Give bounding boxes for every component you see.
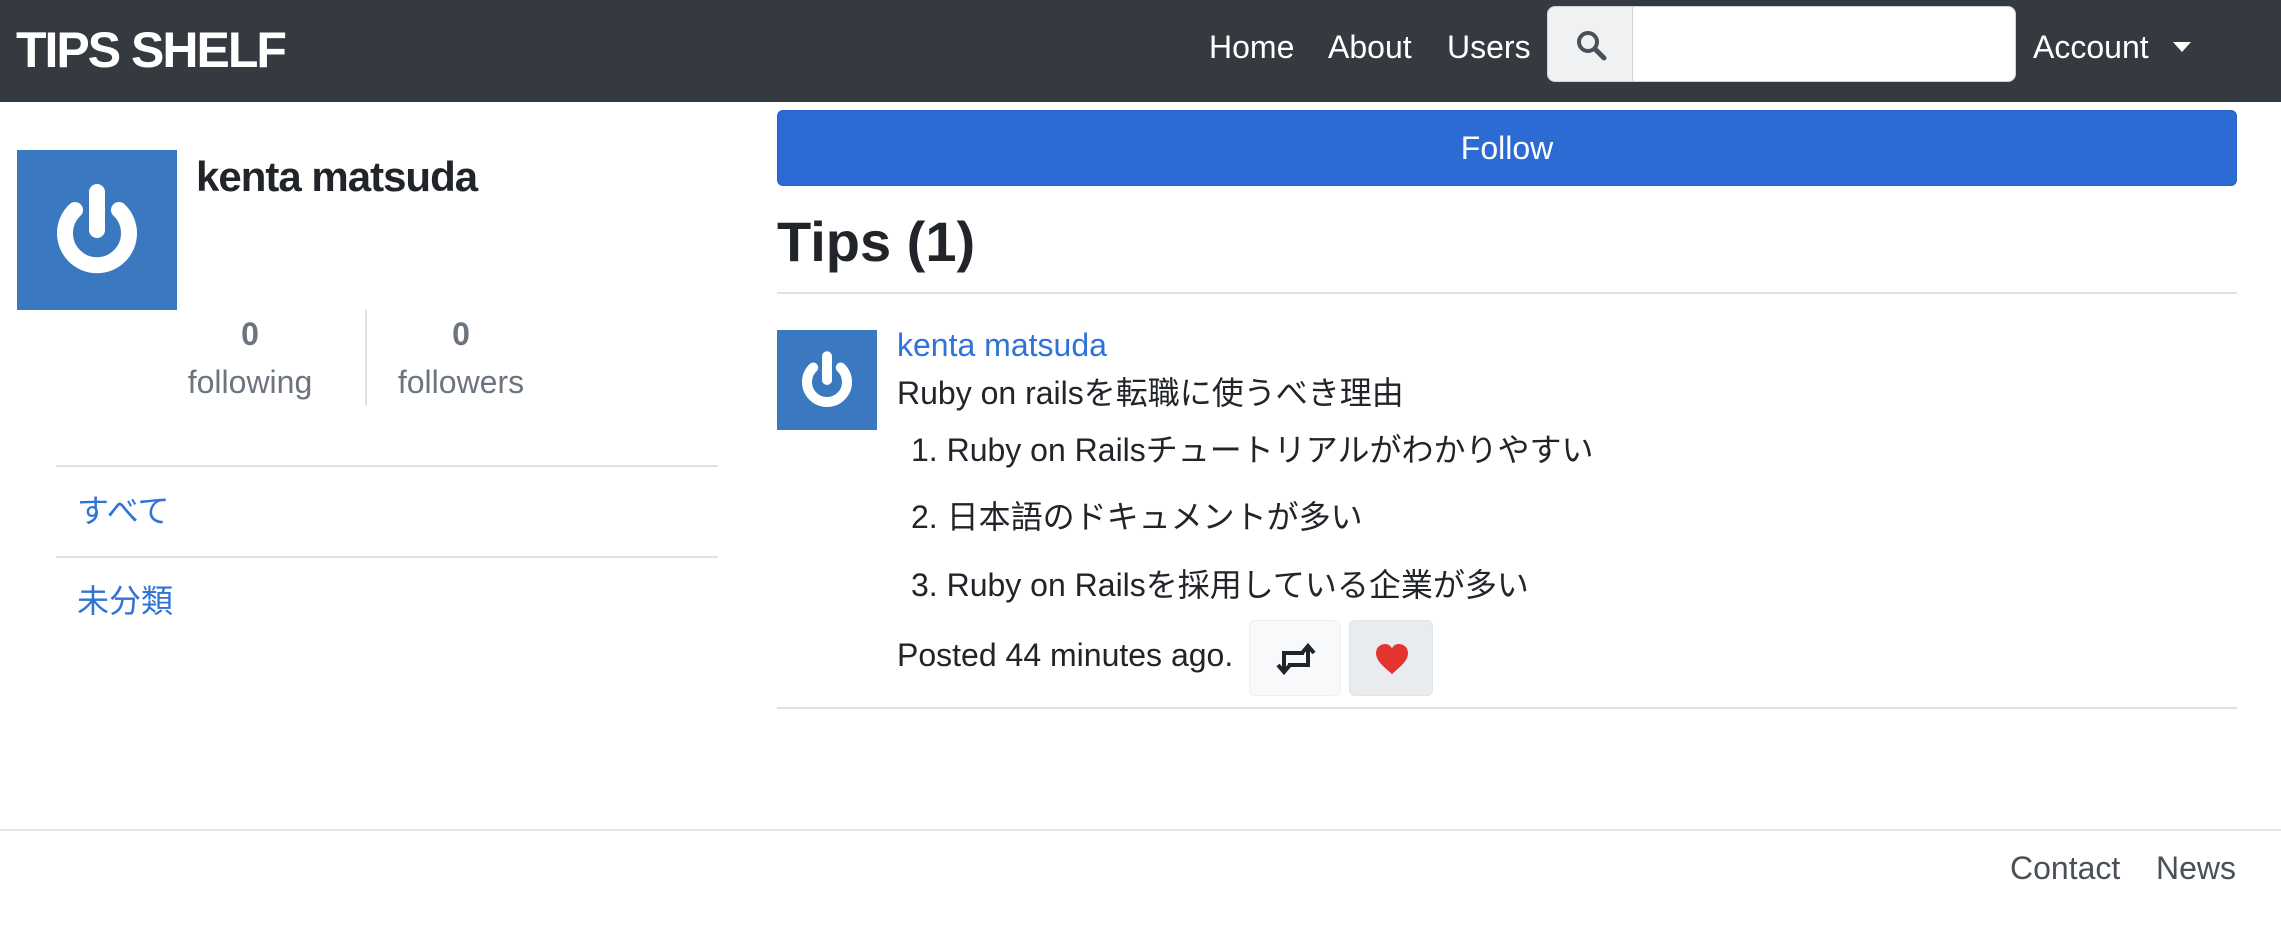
nav-link-users[interactable]: Users [1447,27,1531,67]
chevron-down-icon[interactable] [2173,42,2191,52]
top-navbar: TIPS SHELF Home About Users Account [0,0,2281,102]
following-count: 0 [241,316,259,352]
tip-title: Ruby on railsを転職に使うべき理由 [897,375,1404,411]
tip-timestamp: Posted 44 minutes ago. [897,637,1234,673]
category-divider [56,556,718,558]
search-button[interactable] [1547,6,1633,82]
followers-label: followers [397,364,525,400]
category-divider [56,465,718,467]
tips-heading: Tips (1) [777,210,976,273]
tips-divider [777,292,2237,294]
footer-divider [0,829,2281,831]
power-icon [802,351,852,408]
search-input[interactable] [1632,6,2016,82]
category-uncategorized[interactable]: 未分類 [77,581,173,621]
power-icon [57,184,137,274]
search-icon [1577,31,1607,61]
account-dropdown[interactable]: Account [2033,27,2149,67]
followers-count: 0 [452,316,470,352]
heart-icon [1376,644,1408,674]
category-all[interactable]: すべて [77,491,169,531]
brand-logo[interactable]: TIPS SHELF [16,22,287,78]
tip-list-item: 2. 日本語のドキュメントが多い [911,499,1363,535]
retweet-button[interactable] [1249,620,1341,696]
footer-link-news[interactable]: News [2156,848,2236,888]
nav-link-home[interactable]: Home [1209,27,1294,67]
tip-list-item: 3. Ruby on Railsを採用している企業が多い [911,567,1529,603]
follow-button[interactable]: Follow [777,110,2237,186]
profile-avatar [17,150,177,310]
followers-stat[interactable]: 0 followers [386,314,536,402]
profile-name: kenta matsuda [196,153,478,200]
following-stat[interactable]: 0 following [175,314,325,402]
footer-link-contact[interactable]: Contact [2010,848,2120,888]
like-button[interactable] [1349,620,1433,696]
following-label: following [187,364,313,400]
retweet-icon [1276,642,1316,676]
tip-divider [777,707,2237,709]
tip-avatar[interactable] [777,330,877,430]
nav-link-about[interactable]: About [1328,27,1412,67]
stat-divider [365,310,367,406]
tip-list-item: 1. Ruby on Railsチュートリアルがわかりやすい [911,432,1594,468]
tip-author-link[interactable]: kenta matsuda [897,325,1107,365]
